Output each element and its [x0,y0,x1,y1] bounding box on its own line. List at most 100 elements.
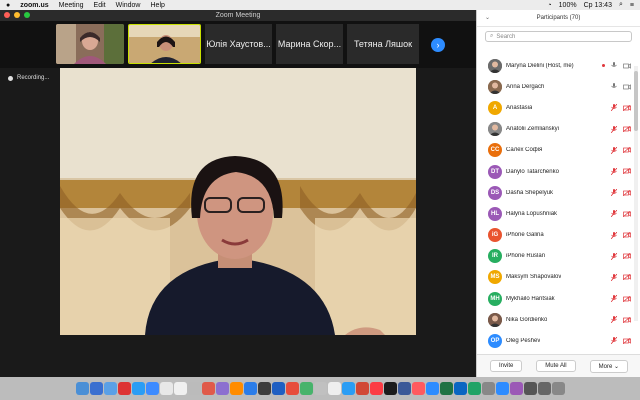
dock-app-icon[interactable] [411,382,425,395]
menu-meeting[interactable]: Meeting [59,2,84,9]
minimize-window-button[interactable] [14,12,20,18]
dock-app-icon[interactable] [271,382,285,395]
video-off-icon[interactable] [623,295,631,302]
close-window-button[interactable] [4,12,10,18]
mic-muted-icon[interactable] [611,273,617,281]
mic-muted-icon[interactable] [611,316,617,324]
dock-app-icon[interactable] [509,382,523,395]
active-speaker-thumbnail[interactable] [128,24,201,64]
video-off-icon[interactable] [623,126,631,133]
dock-app-icon[interactable] [285,382,299,395]
participant-row[interactable]: Maryna Dielini (Host, me) [477,55,633,76]
dock-app-icon[interactable] [215,382,229,395]
participant-row[interactable]: DT Danylo Tatarchenko [477,161,633,182]
video-off-icon[interactable] [623,316,631,323]
mic-muted-icon[interactable] [611,210,617,218]
video-icon[interactable] [623,62,631,69]
participant-row[interactable]: iG iPhone Galina [477,225,633,246]
spotlight-icon[interactable]: ⌕ [619,1,623,9]
dock-app-icon[interactable] [355,382,369,395]
main-speaker-video[interactable] [60,68,416,335]
dock-app-icon[interactable] [551,382,565,395]
dock-app-icon[interactable] [173,382,187,395]
dock-app-icon[interactable] [439,382,453,395]
menu-app-name[interactable]: zoom.us [20,2,48,9]
participant-row[interactable]: HL Halyna Lopushniak [477,203,633,224]
video-off-icon[interactable] [623,104,631,111]
menu-edit[interactable]: Edit [94,2,106,9]
dock-app-icon[interactable] [243,382,257,395]
apple-icon[interactable]: ● [6,2,10,9]
participant-thumbnail-3[interactable]: Юлія Хаустов... [205,24,272,64]
participant-thumbnail-4[interactable]: Марина Скор... [276,24,343,64]
dock-app-icon[interactable] [341,382,355,395]
video-off-icon[interactable] [623,232,631,238]
menu-help[interactable]: Help [151,2,165,9]
invite-button[interactable]: Invite [489,360,523,372]
zoom-window-button[interactable] [24,12,30,18]
participant-thumbnail-1[interactable] [56,24,124,64]
mute-all-button[interactable]: Mute All [536,360,576,372]
dock-app-icon[interactable] [537,382,551,395]
dock-app-icon[interactable] [383,382,397,395]
video-off-icon[interactable] [623,337,631,344]
participant-row[interactable]: DS Dasha Shepelyuk [477,182,633,203]
participant-row[interactable]: A Anastasia [477,97,633,118]
menu-window[interactable]: Window [116,2,141,9]
dock-app-icon[interactable] [453,382,467,395]
menu-list-icon[interactable]: ≡ [630,2,634,9]
mic-icon[interactable] [611,83,617,90]
dock-app-icon[interactable] [397,382,411,395]
video-off-icon[interactable] [623,210,631,217]
participant-row[interactable]: MS Maksym Shapovalov [477,267,633,288]
participants-scrollbar[interactable] [634,66,638,321]
dock-app-icon[interactable] [159,382,173,395]
video-off-icon[interactable] [623,253,631,260]
battery-level[interactable]: 100% [559,2,577,9]
more-button[interactable]: More ⌄ [589,359,628,373]
participant-row[interactable]: CC Салех Софія [477,140,633,161]
dock-app-icon[interactable] [467,382,481,395]
participant-row[interactable]: MH Mykhailo Hantsiak [477,288,633,309]
video-icon[interactable] [623,83,631,90]
mic-muted-icon[interactable] [611,252,617,260]
dock-app-icon[interactable] [229,382,243,395]
dock-app-icon[interactable] [145,382,159,395]
participants-search-input[interactable]: ⌕ Search [485,31,632,42]
dock-app-icon[interactable] [481,382,495,395]
participant-row[interactable]: OP Oleg Peshev [477,330,633,351]
participant-row[interactable]: Anatolii Zemlianskyi [477,119,633,140]
dock-app-icon[interactable] [89,382,103,395]
dock-app-icon[interactable] [131,382,145,395]
dock-app-icon[interactable] [425,382,439,395]
scrollbar-thumb[interactable] [634,71,638,131]
dock-app-icon[interactable] [299,382,313,395]
video-off-icon[interactable] [623,147,631,154]
mic-muted-icon[interactable] [611,167,617,175]
participant-thumbnail-5[interactable]: Тетяна Ляшок [347,24,419,64]
mic-muted-icon[interactable] [611,295,617,303]
dock-app-icon[interactable] [187,382,201,395]
collapse-panel-icon[interactable]: ⌄ [485,10,490,27]
video-off-icon[interactable] [623,168,631,175]
mic-icon[interactable] [611,62,617,69]
dock-app-icon[interactable] [201,382,215,395]
participant-row[interactable]: IR iPhone Ruslan [477,246,633,267]
wifi-icon[interactable]: ◔ [547,2,551,9]
menubar-clock[interactable]: Ср 13:43 [584,2,612,9]
mic-muted-icon[interactable] [611,231,617,239]
mic-muted-icon[interactable] [611,337,617,345]
dock-app-icon[interactable] [117,382,131,395]
dock-app-icon[interactable] [313,382,327,395]
dock-app-icon[interactable] [523,382,537,395]
dock-app-icon[interactable] [327,382,341,395]
dock-app-icon[interactable] [495,382,509,395]
mic-muted-icon[interactable] [611,189,617,197]
recording-indicator[interactable]: Recording... [8,75,49,81]
dock-app-icon[interactable] [369,382,383,395]
dock-app-icon[interactable] [257,382,271,395]
participant-row[interactable]: Anna Dergach [477,76,633,97]
mic-muted-icon[interactable] [611,146,617,154]
video-off-icon[interactable] [623,274,631,281]
dock-app-icon[interactable] [103,382,117,395]
